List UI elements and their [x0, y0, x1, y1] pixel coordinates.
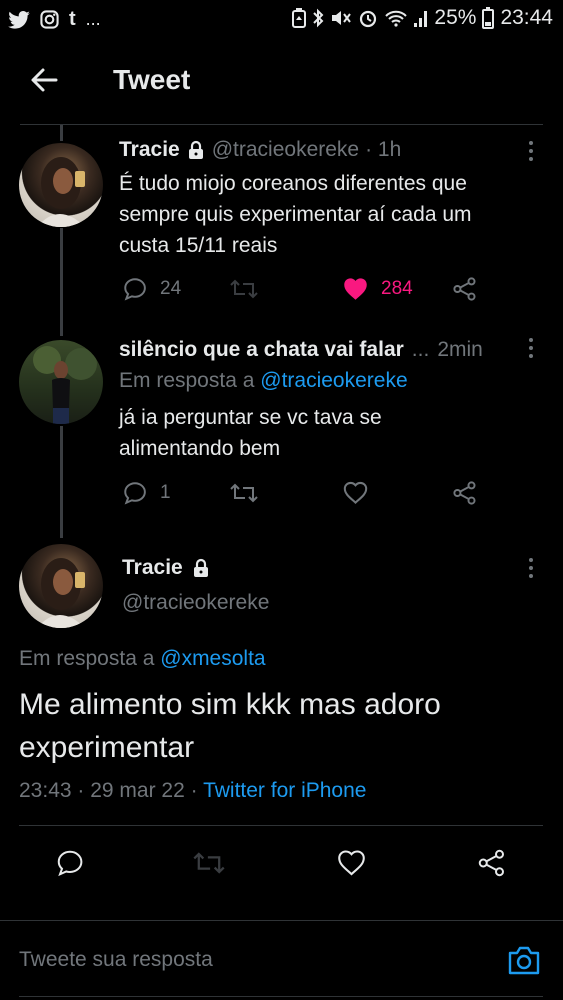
reply-prefix: Em resposta a: [119, 369, 255, 392]
alarm-icon: [360, 10, 377, 28]
instagram-icon: [40, 10, 59, 29]
top-app-bar: Tweet: [0, 48, 563, 118]
like-button[interactable]: [342, 480, 369, 505]
arrow-left-icon: [31, 68, 58, 92]
tweet-text-line: já ia perguntar se vc tava se: [119, 406, 382, 429]
like-count: 284: [381, 277, 413, 299]
reply-to-link[interactable]: @tracieokereke: [260, 369, 407, 392]
like-button[interactable]: [336, 848, 367, 877]
reply-input[interactable]: Tweete sua resposta: [19, 948, 213, 972]
heart-filled-icon: [344, 278, 367, 300]
tweet-text: já ia perguntar se vc tava se alimentand…: [119, 402, 539, 464]
page-title: Tweet: [113, 64, 191, 95]
mute-icon: [332, 11, 352, 25]
user-handle[interactable]: @tracieokereke: [212, 138, 359, 162]
user-name[interactable]: Tracie: [122, 556, 183, 580]
status-bar-left: t ...: [8, 8, 101, 31]
tumblr-icon: t: [69, 8, 76, 30]
more-options-icon[interactable]: [529, 558, 535, 582]
user-name[interactable]: silêncio que a chata vai falar: [119, 338, 404, 362]
like-button[interactable]: 284: [342, 276, 413, 301]
twitter-icon: [8, 10, 30, 29]
tweet1-header: Tracie @tracieokereke · 1h: [119, 138, 401, 162]
share-icon: [453, 277, 476, 301]
reply-count: 1: [160, 482, 171, 503]
share-button[interactable]: [477, 848, 507, 878]
reply-context: Em resposta a @tracieokereke: [119, 369, 408, 393]
share-button[interactable]: [452, 480, 478, 506]
more-options-icon[interactable]: [529, 141, 535, 165]
battery-icon: [482, 7, 495, 29]
avatar-image: [37, 558, 85, 628]
reply-prefix: Em resposta a: [19, 647, 155, 670]
more-options-icon[interactable]: [529, 338, 535, 362]
signal-icon: [414, 11, 428, 27]
tweet-text-line: custa 15/11 reais: [119, 234, 278, 257]
reply-to-link[interactable]: @xmesolta: [160, 647, 265, 670]
lock-icon: [193, 558, 208, 577]
battery-percent: 25%: [434, 6, 477, 29]
tweet-source-link[interactable]: Twitter for iPhone: [203, 779, 366, 802]
avatar[interactable]: [19, 544, 103, 628]
tweet-text-line: sempre quis experimentar aí cada um: [119, 203, 472, 226]
lock-icon: [188, 140, 203, 159]
clock-time: 23:44: [500, 6, 553, 29]
camera-button[interactable]: [507, 944, 541, 981]
tweet-text-line: alimentando bem: [119, 437, 281, 460]
user-name[interactable]: Tracie: [119, 138, 180, 162]
tweet-text: É tudo miojo coreanos diferentes que sem…: [119, 168, 539, 261]
header-divider: [20, 124, 543, 125]
share-button[interactable]: [452, 276, 478, 302]
handle-truncated: ...: [411, 338, 430, 361]
reply-icon: [124, 278, 146, 301]
tweet-meta: 23:43 · 29 mar 22 · Twitter for iPhone: [19, 779, 366, 803]
thread-line-1: [60, 228, 63, 336]
tweet-text-line: Me alimento sim kkk mas adoro: [19, 688, 441, 721]
user-handle[interactable]: @tracieokereke: [122, 591, 269, 615]
tweet-time: 2min: [437, 338, 483, 361]
main-tweet-text: Me alimento sim kkk mas adoro experiment…: [19, 683, 549, 769]
composer-underline: [19, 996, 543, 997]
share-icon: [453, 481, 476, 505]
thread-line-2: [60, 426, 63, 538]
thread-line-top: [60, 125, 63, 141]
data-saver-icon: [292, 8, 307, 28]
retweet-button[interactable]: [192, 848, 226, 878]
reply-context: Em resposta a @xmesolta: [19, 647, 266, 671]
tweet-text-line: É tudo miojo coreanos diferentes que: [119, 172, 467, 195]
avatar[interactable]: [19, 340, 103, 424]
retweet-icon: [230, 279, 258, 299]
back-button[interactable]: [28, 64, 64, 100]
tweet-text-line: experimentar: [19, 731, 195, 764]
tweet-time: · 1h: [365, 138, 402, 161]
main-tweet-name-row: Tracie: [122, 556, 211, 580]
avatar[interactable]: [19, 143, 103, 227]
bluetooth-icon: [313, 8, 324, 28]
camera-icon: [508, 946, 540, 975]
reply-button[interactable]: [55, 848, 85, 878]
heart-icon: [338, 850, 365, 876]
reply-count: 24: [160, 278, 182, 299]
retweet-button[interactable]: [229, 276, 259, 302]
notification-more: ...: [85, 9, 101, 29]
reply-icon: [124, 482, 146, 505]
tweet-timestamp: 23:43 · 29 mar 22 ·: [19, 779, 198, 802]
reply-button[interactable]: 1: [122, 480, 171, 506]
tweet2-header: silêncio que a chata vai falar ... 2min: [119, 338, 483, 362]
wifi-icon: [385, 10, 408, 27]
status-bar-right: 25% 23:44: [292, 6, 553, 30]
meta-divider: [19, 825, 543, 826]
share-icon: [478, 849, 504, 877]
avatar-image: [37, 157, 85, 227]
status-bar: t ... 25% 23:44: [0, 0, 563, 40]
retweet-icon: [193, 852, 225, 874]
actions-divider: [0, 920, 563, 921]
retweet-button[interactable]: [229, 480, 259, 506]
retweet-icon: [230, 483, 258, 503]
avatar-image: [33, 346, 97, 424]
reply-icon: [57, 850, 83, 877]
reply-button[interactable]: 24: [122, 276, 181, 302]
heart-icon: [343, 481, 368, 505]
